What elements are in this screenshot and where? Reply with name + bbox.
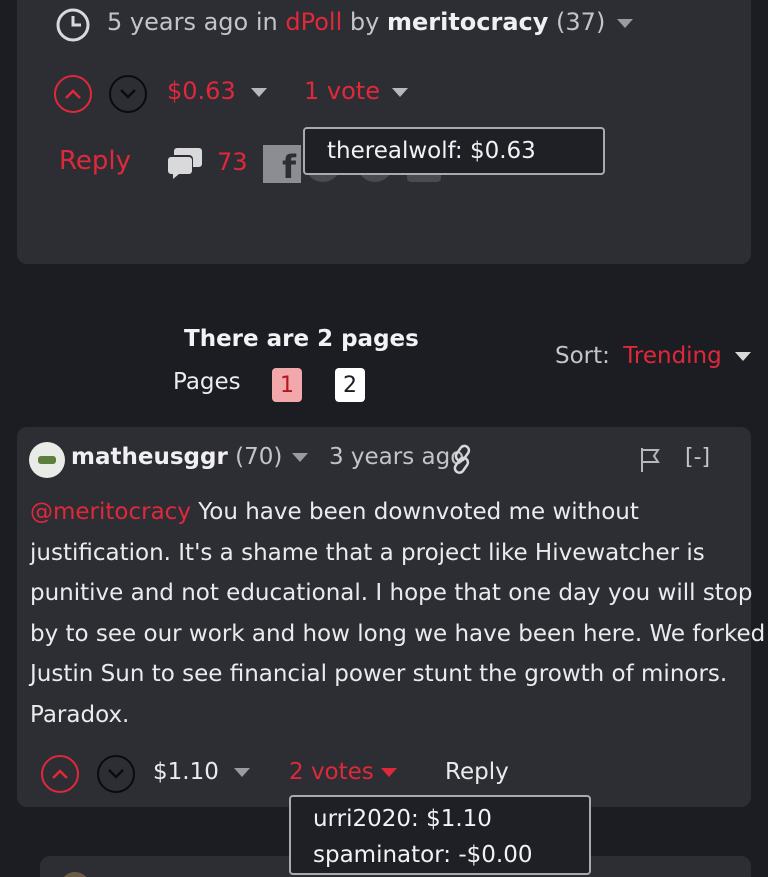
comment-body-line-1: @meritocracy You have been downvoted me … <box>30 492 746 533</box>
flag-icon[interactable] <box>639 447 661 473</box>
permalink-icon[interactable] <box>449 444 475 474</box>
comment-voters-tooltip: urri2020: $1.10 spaminator: -$0.00 <box>289 795 591 875</box>
comment-author-caret[interactable] <box>291 453 308 462</box>
mention-link[interactable]: @meritocracy <box>30 499 191 525</box>
chevron-down-icon <box>108 769 124 779</box>
comment-body: @meritocracy You have been downvoted me … <box>30 492 766 735</box>
post-card: 5 years ago in dPoll by meritocracy (37)… <box>17 0 751 264</box>
voter-2: spaminator: -$0.00 <box>313 842 533 868</box>
comment-time[interactable]: 3 years ago <box>329 444 464 470</box>
avatar-mark <box>38 456 56 464</box>
comment-payout-value: $1.10 <box>153 759 219 785</box>
chevron-down-icon <box>120 89 136 99</box>
post-votes[interactable]: 1 vote <box>304 77 408 105</box>
sort-label: Sort: <box>555 343 610 369</box>
comment-votes[interactable]: 2 votes <box>289 759 398 785</box>
voter-1: urri2020: $1.10 <box>313 806 492 832</box>
post-by-label: by <box>349 8 380 36</box>
upvote-button[interactable] <box>54 75 92 113</box>
avatar[interactable] <box>29 442 65 478</box>
body-text-1: You have been downvoted me without <box>190 499 639 525</box>
comment-body-line-2: justification. It's a shame that a proje… <box>30 539 705 566</box>
pages-label: Pages <box>173 369 241 395</box>
comment-votes-value: 2 votes <box>289 759 374 785</box>
post-payout[interactable]: $0.63 <box>167 77 268 105</box>
page-1-button[interactable]: 1 <box>272 368 302 402</box>
post-payout-value: $0.63 <box>167 77 236 105</box>
collapse-button[interactable]: [-] <box>685 445 710 470</box>
chevron-up-icon <box>65 89 81 99</box>
author-menu-caret[interactable] <box>616 18 633 28</box>
comment-author-link[interactable]: matheusggr <box>71 444 228 470</box>
post-votes-value: 1 vote <box>304 77 380 105</box>
comment-count[interactable]: 73 <box>217 148 248 176</box>
post-in-label: in <box>255 8 278 36</box>
next-comment-avatar <box>60 872 90 877</box>
author-link[interactable]: meritocracy <box>387 8 548 36</box>
payout-caret <box>251 87 268 97</box>
comment-upvote-button[interactable] <box>41 755 79 793</box>
post-reply-link[interactable]: Reply <box>59 146 131 176</box>
post-time: 5 years ago <box>107 8 249 36</box>
comment-body-line-4: by to see our work and how long we have … <box>30 620 766 647</box>
comment-card: matheusggr (70) 3 years ago [-] @meritoc… <box>17 427 766 807</box>
comment-payout[interactable]: $1.10 <box>153 759 251 785</box>
clock-icon <box>56 8 90 42</box>
comment-payout-caret <box>234 768 251 777</box>
sort-caret <box>735 352 752 361</box>
community-link[interactable]: dPoll <box>285 8 342 36</box>
comment-reply-link[interactable]: Reply <box>445 759 509 785</box>
facebook-icon[interactable]: f <box>263 145 301 183</box>
votes-caret <box>391 87 408 97</box>
post-voters-tooltip: therealwolf: $0.63 <box>303 127 605 175</box>
comment-body-line-6: Paradox. <box>30 701 130 728</box>
post-meta: 5 years ago in dPoll by meritocracy (37) <box>107 8 633 36</box>
comments-icon[interactable] <box>167 146 203 180</box>
sort-value: Trending <box>623 343 722 369</box>
chevron-up-icon <box>52 769 68 779</box>
comment-body-line-3: punitive and not educational. I hope tha… <box>30 580 753 606</box>
comment-author-reputation: (70) <box>235 444 283 470</box>
sort-control[interactable]: Sort: Trending <box>555 343 752 369</box>
comment-meta: matheusggr (70) 3 years ago <box>71 444 464 470</box>
comment-body-line-5: Justin Sun to see financial power stunt … <box>30 661 728 687</box>
comment-downvote-button[interactable] <box>97 755 135 793</box>
comment-votes-caret <box>381 768 398 777</box>
pages-heading: There are 2 pages <box>184 326 419 352</box>
downvote-button[interactable] <box>109 75 147 113</box>
author-reputation: (37) <box>556 8 606 36</box>
page-2-button[interactable]: 2 <box>335 368 365 402</box>
